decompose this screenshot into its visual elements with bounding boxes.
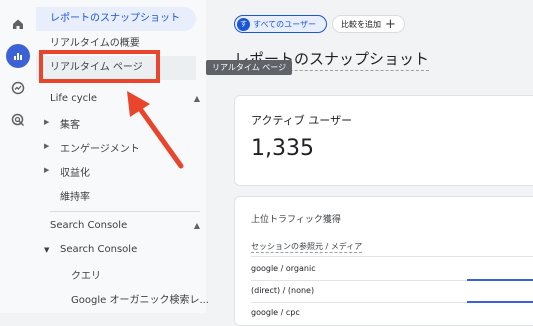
plus-icon: + xyxy=(385,16,396,32)
expand-arrow-icon: ▶ xyxy=(44,142,50,150)
traffic-card-title: 上位トラフィック獲得 xyxy=(251,215,341,225)
nav-realtime-pages[interactable]: リアルタイム ページ xyxy=(36,56,196,80)
nav-realtime-overview[interactable]: リアルタイムの概要 xyxy=(36,32,196,56)
chip-avatar: す xyxy=(237,17,250,31)
nav-report-snapshot[interactable]: レポートのスナップショット xyxy=(36,7,196,31)
nav-acquisition[interactable]: 集客 xyxy=(60,116,80,131)
traffic-acquisition-card[interactable]: 上位トラフィック獲得 セッションの参照元 / メディア google / org… xyxy=(234,196,533,326)
chevron-up-icon: ▲ xyxy=(193,94,200,103)
active-users-value: 1,335 xyxy=(251,136,314,161)
nav-retention[interactable]: 維持率 xyxy=(60,188,90,203)
search-console-section-header[interactable]: Search Console ▲ xyxy=(50,220,200,231)
expand-arrow-icon: ▶ xyxy=(44,118,50,126)
value-bar xyxy=(467,279,533,281)
reports-icon[interactable] xyxy=(6,44,30,68)
divider xyxy=(50,211,200,212)
tooltip: リアルタイム ページ xyxy=(206,60,293,75)
chip-label: すべてのユーザー xyxy=(253,19,316,29)
lifecycle-title: Life cycle xyxy=(50,93,98,104)
row-divider xyxy=(251,256,533,257)
explore-icon[interactable] xyxy=(6,76,30,100)
report-sidebar: レポートのスナップショット リアルタイムの概要 リアルタイム ページ Life … xyxy=(36,0,209,313)
nav-monetization[interactable]: 収益化 xyxy=(60,164,90,179)
chevron-up-icon: ▲ xyxy=(193,221,200,230)
comparison-chip-all-users[interactable]: す すべてのユーザー xyxy=(234,15,327,33)
value-bar xyxy=(467,301,533,303)
main-content: す すべてのユーザー 比較を追加 + レポートのスナップショット アクティブ ユ… xyxy=(206,0,533,326)
nav-google-organic-search[interactable]: Google オーガニック検索レ... xyxy=(71,291,209,306)
table-row: google / organic xyxy=(251,264,316,273)
table-row: (direct) / (none) xyxy=(251,286,315,295)
advertising-icon[interactable] xyxy=(6,108,30,132)
nav-engagement[interactable]: エンゲージメント xyxy=(60,140,140,155)
nav-queries[interactable]: クエリ xyxy=(71,267,101,282)
search-console-section-title: Search Console xyxy=(50,220,128,231)
home-icon[interactable] xyxy=(6,12,30,36)
icon-rail xyxy=(0,0,37,313)
lifecycle-section-header[interactable]: Life cycle ▲ xyxy=(50,93,200,104)
active-users-label: アクティブ ユーザー xyxy=(251,114,353,127)
add-comparison-button[interactable]: 比較を追加 + xyxy=(332,15,405,33)
collapse-arrow-icon: ▼ xyxy=(44,246,50,254)
nav-search-console-group[interactable]: Search Console xyxy=(60,244,137,255)
active-users-card[interactable]: アクティブ ユーザー 1,335 xyxy=(234,95,533,186)
traffic-column-header[interactable]: セッションの参照元 / メディア xyxy=(251,241,363,253)
add-comparison-label: 比較を追加 xyxy=(341,19,381,29)
expand-arrow-icon: ▶ xyxy=(44,166,50,174)
